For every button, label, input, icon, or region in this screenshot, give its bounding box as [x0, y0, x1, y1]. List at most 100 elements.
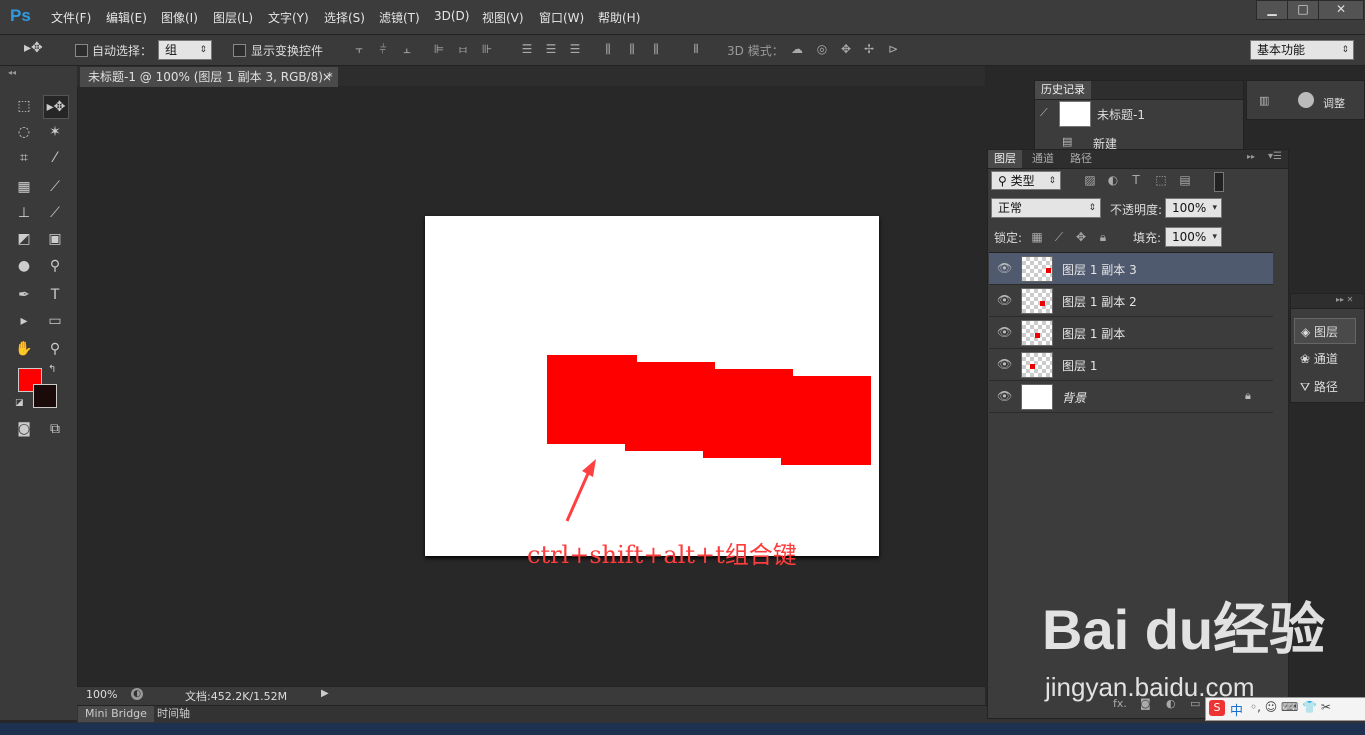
hand-tool-icon[interactable]: ✋: [12, 338, 36, 360]
layer-row[interactable]: 👁︎ 图层 1 副本: [989, 317, 1273, 349]
menu-image[interactable]: 图像(I): [161, 9, 198, 26]
healing-brush-tool-icon[interactable]: ▦: [12, 176, 36, 198]
show-transform-checkbox[interactable]: [233, 44, 246, 57]
rectangle-tool-icon[interactable]: ▭: [43, 310, 67, 332]
align-hcenter-icon[interactable]: ⧦: [456, 42, 470, 56]
layer-row[interactable]: 👁︎ 背景 🔒︎: [989, 381, 1273, 413]
visibility-eye-icon[interactable]: 👁︎: [997, 325, 1012, 339]
type-tool-icon[interactable]: T: [43, 284, 67, 306]
dodge-tool-icon[interactable]: ⚲: [43, 255, 67, 277]
tab-history[interactable]: 历史记录: [1035, 81, 1091, 99]
eraser-tool-icon[interactable]: ◩: [12, 228, 36, 250]
filter-shape-icon[interactable]: ⬚: [1154, 173, 1168, 187]
auto-align-icon[interactable]: ⫴: [689, 42, 703, 56]
menu-type[interactable]: 文字(Y): [268, 9, 309, 26]
layer-row[interactable]: 👁︎ 图层 1 副本 2: [989, 285, 1273, 317]
align-left-icon[interactable]: ⊫: [432, 42, 446, 56]
menu-view[interactable]: 视图(V): [482, 9, 524, 26]
history-panel-icon[interactable]: ▥: [1259, 94, 1269, 107]
pen-tool-icon[interactable]: ✒: [12, 284, 36, 306]
ime-tools-icons[interactable]: ◦, ☺ ⌨ 👕 ✂: [1250, 700, 1331, 714]
align-vcenter-icon[interactable]: ⫩: [376, 42, 390, 56]
align-right-icon[interactable]: ⊪: [480, 42, 494, 56]
tab-layers[interactable]: 图层: [988, 150, 1022, 168]
dock-item-paths[interactable]: ⛛ 路径: [1300, 374, 1338, 400]
lock-position-icon[interactable]: ✥: [1074, 230, 1088, 244]
workspace-dropdown[interactable]: 基本功能 ⇕: [1250, 40, 1354, 60]
history-item-snapshot[interactable]: 未标题-1: [1097, 106, 1145, 123]
distribute-left-icon[interactable]: ⫼: [601, 42, 615, 56]
screen-mode-icon[interactable]: ⧉: [43, 418, 67, 440]
lasso-tool-icon[interactable]: ◌: [12, 121, 36, 143]
zoom-tool-icon[interactable]: ⚲: [43, 338, 67, 360]
lock-paint-icon[interactable]: ⟋: [1052, 230, 1066, 244]
expand-dock-icon[interactable]: ▸▸ ✕: [1336, 295, 1353, 304]
opacity-field[interactable]: 100% ▾: [1165, 198, 1222, 218]
filter-toggle-switch[interactable]: [1214, 172, 1224, 192]
panel-menu-icon[interactable]: ▾☰: [1268, 151, 1282, 162]
auto-select-checkbox[interactable]: [75, 44, 88, 57]
auto-select-dropdown[interactable]: 组 ⇕: [158, 40, 212, 60]
visibility-eye-icon[interactable]: 👁︎: [997, 389, 1012, 403]
quick-mask-icon[interactable]: ◙: [12, 418, 36, 440]
tab-mini-bridge[interactable]: Mini Bridge: [78, 706, 154, 722]
blur-tool-icon[interactable]: ●: [12, 255, 36, 277]
layer-row[interactable]: 👁︎ 图层 1: [989, 349, 1273, 381]
layer-row[interactable]: 👁︎ 图层 1 副本 3: [989, 253, 1273, 285]
minimize-button[interactable]: ▁: [1256, 0, 1288, 20]
default-colors-icon[interactable]: ◪: [15, 398, 24, 408]
close-button[interactable]: ✕: [1318, 0, 1364, 20]
adjustment-icon[interactable]: [1298, 92, 1314, 108]
collapse-icon[interactable]: ◂◂: [8, 68, 16, 77]
eyedropper-tool-icon[interactable]: ⁄: [43, 147, 67, 169]
lock-all-icon[interactable]: 🔒︎: [1096, 230, 1110, 244]
magic-wand-tool-icon[interactable]: ✶: [43, 121, 67, 143]
visibility-eye-icon[interactable]: 👁︎: [997, 261, 1012, 275]
rotate3d-icon[interactable]: ☁: [790, 42, 804, 56]
clone-stamp-tool-icon[interactable]: ⊥: [12, 202, 36, 224]
fill-field[interactable]: 100% ▾: [1165, 227, 1222, 247]
distribute-right-icon[interactable]: ⫼: [649, 42, 663, 56]
distribute-bottom-icon[interactable]: ☰: [568, 42, 582, 56]
filter-smart-object-icon[interactable]: ▤: [1178, 173, 1192, 187]
background-color-swatch[interactable]: [33, 384, 57, 408]
crop-tool-icon[interactable]: ⌗: [12, 147, 36, 169]
document-canvas[interactable]: [425, 216, 879, 556]
gradient-tool-icon[interactable]: ▣: [43, 228, 67, 250]
menu-filter[interactable]: 滤镜(T): [379, 9, 420, 26]
expand-panel-icon[interactable]: ▸▸: [1247, 152, 1255, 161]
menu-file[interactable]: 文件(F): [51, 9, 91, 26]
history-brush-tool-icon[interactable]: ⟋: [43, 202, 67, 224]
filter-pixel-icon[interactable]: ▨: [1083, 173, 1097, 187]
move-tool-icon[interactable]: ▸✥: [24, 40, 43, 56]
filter-type-dropdown[interactable]: ⚲ 类型 ⇕: [991, 171, 1061, 190]
zoom-level[interactable]: 100%: [86, 688, 117, 701]
ime-mode-label[interactable]: 中: [1230, 700, 1243, 719]
visibility-eye-icon[interactable]: 👁︎: [997, 293, 1012, 307]
roll3d-icon[interactable]: ◎: [815, 42, 829, 56]
status-icon[interactable]: ◐: [131, 688, 143, 700]
scale3d-icon[interactable]: ⊳: [886, 42, 900, 56]
marquee-tool-icon[interactable]: ⬚: [12, 95, 36, 117]
filter-adjustment-icon[interactable]: ◐: [1106, 173, 1120, 187]
tab-paths[interactable]: 路径: [1064, 150, 1098, 168]
tab-channels[interactable]: 通道: [1026, 150, 1060, 168]
slide3d-icon[interactable]: ✢: [862, 42, 876, 56]
dock-item-layers[interactable]: ◈ 图层: [1294, 318, 1356, 344]
move-tool-icon[interactable]: ▸✥: [43, 95, 69, 119]
blend-mode-dropdown[interactable]: 正常 ⇕: [991, 198, 1101, 218]
menu-edit[interactable]: 编辑(E): [106, 9, 147, 26]
menu-3d[interactable]: 3D(D): [434, 9, 469, 23]
visibility-eye-icon[interactable]: 👁︎: [997, 357, 1012, 371]
menu-select[interactable]: 选择(S): [324, 9, 365, 26]
align-bottom-icon[interactable]: ⫠: [400, 42, 414, 56]
distribute-vcenter-icon[interactable]: ☰: [544, 42, 558, 56]
tab-timeline[interactable]: 时间轴: [150, 706, 197, 722]
brush-tool-icon[interactable]: ⟋: [43, 176, 67, 198]
menu-layer[interactable]: 图层(L): [213, 9, 253, 26]
path-selection-tool-icon[interactable]: ▸: [12, 310, 36, 332]
align-top-icon[interactable]: ⫟: [352, 42, 366, 56]
distribute-top-icon[interactable]: ☰: [520, 42, 534, 56]
swap-colors-icon[interactable]: ↰: [48, 364, 56, 375]
dock-item-channels[interactable]: ❀ 通道: [1300, 346, 1338, 372]
